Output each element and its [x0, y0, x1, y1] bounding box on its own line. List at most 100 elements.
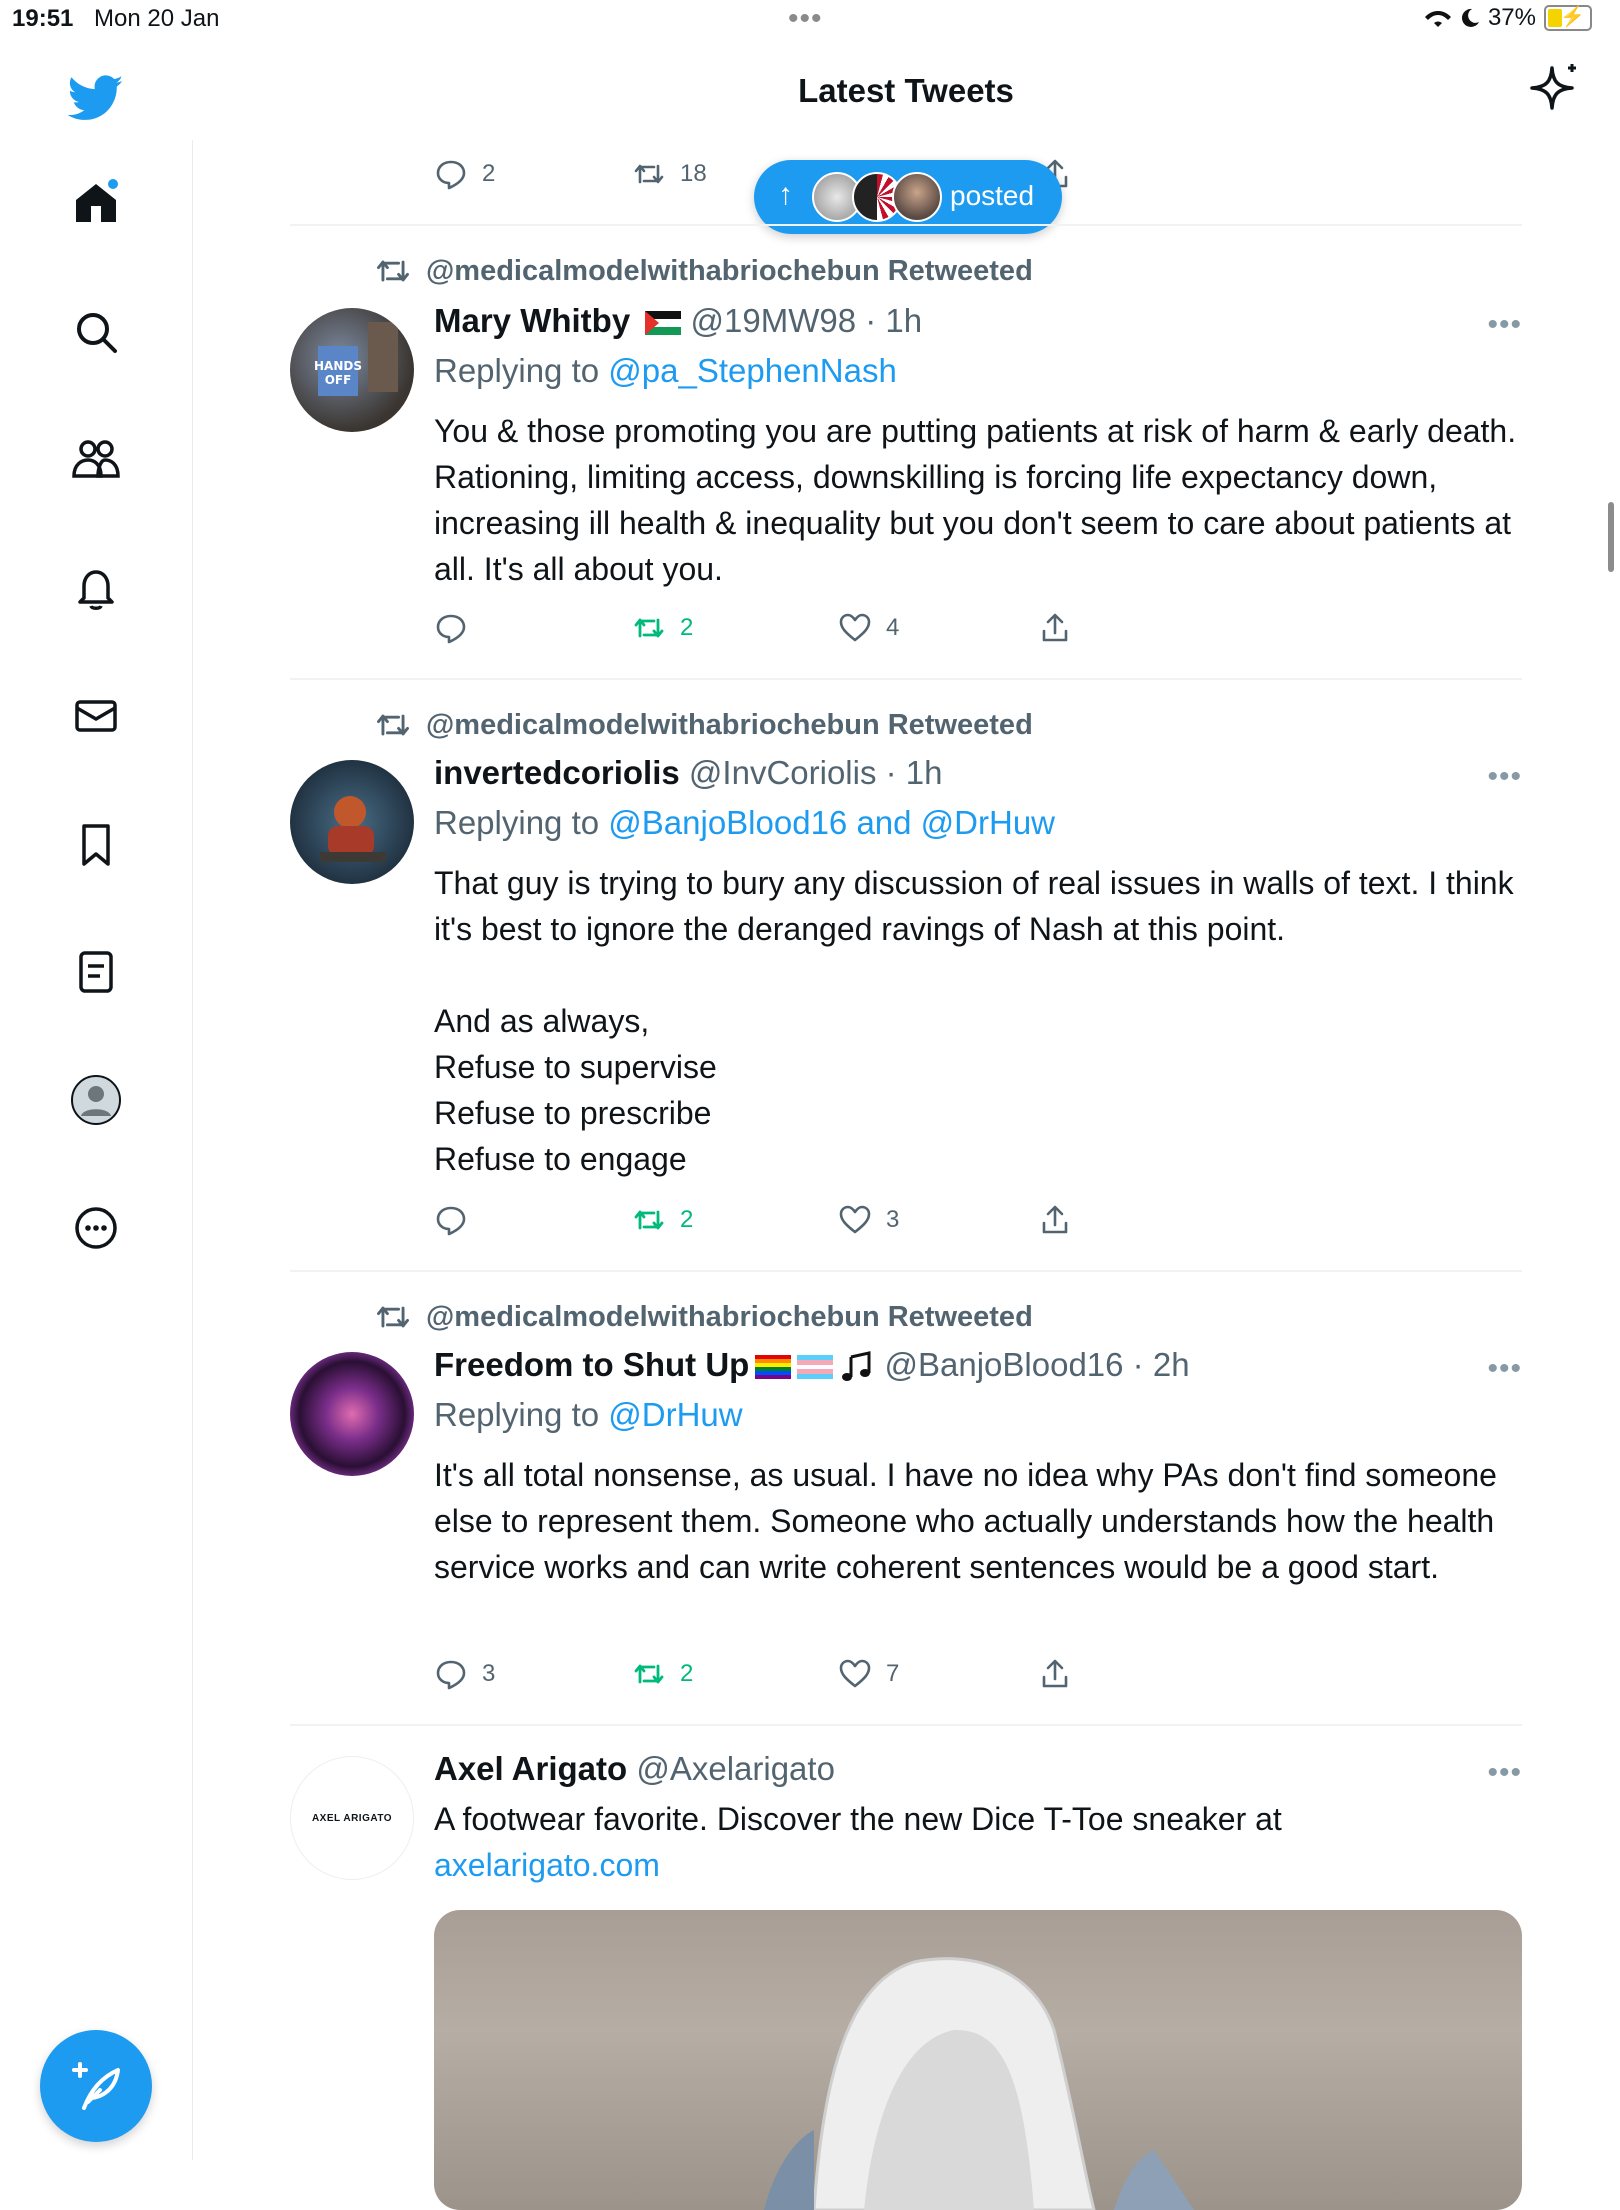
retweet-icon	[377, 260, 409, 282]
replying-to: Replying to @pa_StephenNash	[434, 352, 897, 390]
reply-mention-link[interactable]: @pa_StephenNash	[608, 352, 897, 389]
feather-plus-icon	[72, 2062, 120, 2110]
tweet-author[interactable]: Mary Whitby @19MW98 · 1h	[434, 302, 922, 340]
search-icon[interactable]	[68, 304, 124, 360]
communities-icon[interactable]	[68, 432, 124, 488]
display-name[interactable]: invertedcoriolis	[434, 754, 680, 791]
reply-icon	[436, 1660, 466, 1690]
retweet-count: 2	[680, 1206, 694, 1233]
more-icon[interactable]: •••	[1487, 760, 1522, 794]
retweeted-by-label: @medicalmodelwithabriochebun Retweeted	[426, 254, 1033, 287]
tweet-author[interactable]: Axel Arigato @Axelarigato	[434, 1750, 835, 1788]
retweeted-by: @medicalmodelwithabriochebun Retweeted	[374, 706, 1033, 744]
display-name[interactable]: Freedom to Shut Up	[434, 1346, 749, 1383]
like-button[interactable]: 4	[838, 604, 899, 652]
tweet-author[interactable]: invertedcoriolis @InvCoriolis · 1h	[434, 754, 943, 792]
replying-prefix: Replying to	[434, 804, 609, 841]
retweet-count: 18	[680, 160, 707, 187]
retweet-button[interactable]: 2	[632, 604, 693, 652]
like-button[interactable]: 7	[838, 1650, 899, 1698]
share-button[interactable]	[1038, 604, 1072, 652]
more-options-icon[interactable]	[68, 1200, 124, 1256]
share-icon	[1042, 613, 1068, 642]
reply-button[interactable]: 3	[434, 1650, 495, 1698]
music-note-icon	[842, 1351, 871, 1382]
twitter-bird-icon[interactable]	[67, 70, 124, 126]
avatar[interactable]	[290, 1352, 414, 1476]
palestine-flag-icon	[645, 311, 682, 336]
tweet-text: A footwear favorite. Discover the new Di…	[434, 1796, 1524, 1888]
retweet-icon	[634, 1664, 664, 1684]
tweet-actions: 3 2 7	[434, 1650, 1094, 1698]
battery-icon: ⚡	[1544, 5, 1592, 31]
tweet[interactable]: @medicalmodelwithabriochebun Retweeted i…	[290, 706, 1522, 1186]
moon-icon	[1461, 8, 1479, 27]
divider	[290, 678, 1522, 680]
tweet-author[interactable]: Freedom to Shut Up @BanjoBlood16 · 2h	[434, 1346, 1190, 1385]
retweet-button[interactable]: 2	[632, 1650, 693, 1698]
reply-button[interactable]	[434, 1196, 482, 1244]
divider	[290, 1270, 1522, 1272]
scrollbar[interactable]	[1608, 502, 1614, 572]
reply-button[interactable]	[434, 604, 482, 652]
divider	[290, 1724, 1522, 1726]
heart-icon	[839, 1659, 871, 1688]
promoted-media-image[interactable]	[434, 1910, 1522, 2210]
reply-count: 2	[482, 160, 496, 187]
svg-text:OFF: OFF	[325, 373, 352, 387]
tweet-actions: 2 4	[434, 604, 1094, 652]
display-name[interactable]: Axel Arigato	[434, 1750, 627, 1787]
reply-mention-link[interactable]: @DrHuw	[608, 1396, 742, 1433]
retweet-count: 2	[680, 1660, 694, 1687]
battery-percent: 37%	[1487, 4, 1536, 31]
retweeted-by-label: @medicalmodelwithabriochebun Retweeted	[426, 708, 1033, 741]
page-title: Latest Tweets	[798, 72, 1014, 109]
display-name[interactable]: Mary Whitby	[434, 302, 630, 339]
avatar[interactable]: HANDS OFF	[290, 308, 414, 432]
retweet-icon	[377, 714, 409, 736]
reply-button[interactable]: 2	[434, 150, 495, 198]
share-icon	[1042, 1205, 1068, 1234]
tweet-text: You & those promoting you are putting pa…	[434, 413, 1517, 587]
bookmarks-icon[interactable]	[68, 816, 124, 872]
promoted-link[interactable]: axelarigato.com	[434, 1847, 660, 1883]
like-count: 7	[886, 1660, 900, 1687]
share-button[interactable]	[1038, 1650, 1072, 1698]
compose-tweet-button[interactable]	[40, 2030, 152, 2142]
status-indicators: 37% ⚡	[1424, 4, 1592, 32]
rainbow-flag-icon	[755, 1355, 792, 1380]
status-bar: 19:51 Mon 20 Jan ••• 37% ⚡	[0, 0, 1620, 40]
avatar[interactable]: AXEL ARIGATO	[290, 1756, 414, 1880]
more-icon[interactable]: •••	[1487, 1352, 1522, 1386]
notifications-bell-icon[interactable]	[68, 560, 124, 616]
replying-prefix: Replying to	[434, 1396, 609, 1433]
share-button[interactable]	[1038, 1196, 1072, 1244]
reply-icon	[436, 160, 466, 190]
multitasking-dots-icon[interactable]: •••	[788, 2, 823, 36]
like-button[interactable]: 3	[838, 1196, 899, 1244]
new-posts-pill[interactable]: ↑ posted	[754, 160, 1062, 234]
pill-avatar	[892, 172, 942, 222]
reply-icon	[436, 1206, 466, 1236]
more-icon[interactable]: •••	[1487, 308, 1522, 342]
promoted-text: A footwear favorite. Discover the new Di…	[434, 1801, 1282, 1837]
retweet-button[interactable]: 2	[632, 1196, 693, 1244]
lists-icon[interactable]	[68, 944, 124, 1000]
reply-mention-link[interactable]: @BanjoBlood16 and @DrHuw	[608, 804, 1055, 841]
handle-time: @BanjoBlood16 · 2h	[884, 1346, 1190, 1383]
retweet-button[interactable]: 18	[632, 150, 707, 198]
avatar[interactable]	[290, 760, 414, 884]
timeline-header: Latest Tweets	[192, 40, 1620, 140]
messages-envelope-icon[interactable]	[68, 688, 124, 744]
replying-to: Replying to @DrHuw	[434, 1396, 743, 1434]
retweeted-by: @medicalmodelwithabriochebun Retweeted	[374, 1298, 1033, 1336]
home-icon[interactable]	[68, 174, 124, 230]
handle-time: @19MW98 · 1h	[690, 302, 923, 339]
reply-count: 3	[482, 1660, 496, 1687]
tweet-text: It's all total nonsense, as usual. I hav…	[434, 1457, 1497, 1585]
more-icon[interactable]: •••	[1487, 1756, 1522, 1790]
sparkle-icon[interactable]	[1528, 60, 1584, 116]
handle-time: @InvCoriolis · 1h	[688, 754, 943, 791]
profile-avatar-icon[interactable]	[68, 1072, 124, 1128]
brand-logo-text: AXEL ARIGATO	[311, 1812, 393, 1824]
